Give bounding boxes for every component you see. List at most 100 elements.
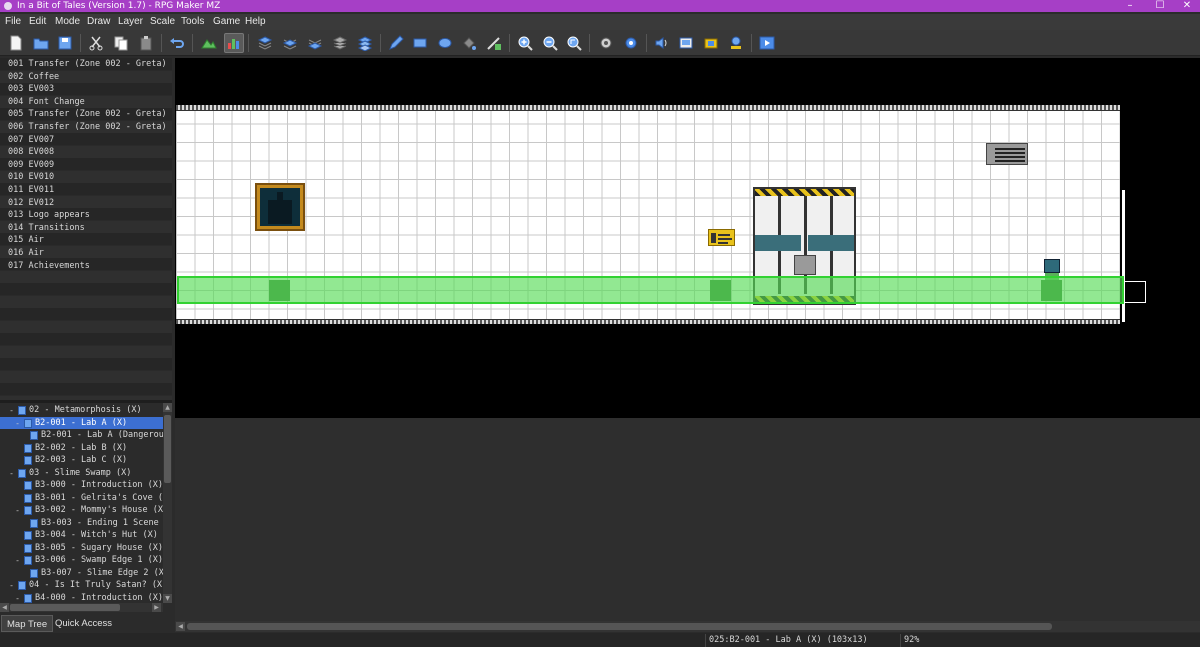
castle-painting-event[interactable] xyxy=(255,183,305,231)
paste-icon[interactable] xyxy=(136,33,156,53)
event-list-item[interactable]: 004 Font Change xyxy=(0,96,172,109)
menu-mode[interactable]: Mode xyxy=(55,14,80,30)
menu-help[interactable]: Help xyxy=(245,14,266,30)
map-tree-item[interactable]: B3-003 - Ending 1 Scene (X) xyxy=(0,517,163,530)
database-icon[interactable] xyxy=(596,33,616,53)
menu-file[interactable]: File xyxy=(5,14,21,30)
scrollbar-thumb[interactable] xyxy=(10,604,120,611)
map-tree-item[interactable]: - B4-000 - Introduction (X) xyxy=(0,592,163,604)
rectangle-icon[interactable] xyxy=(410,33,430,53)
event-list-item[interactable]: 006 Transfer (Zone 002 - Greta) xyxy=(0,121,172,134)
undo-icon[interactable] xyxy=(167,33,187,53)
event-list-item[interactable]: 005 Transfer (Zone 002 - Greta) xyxy=(0,108,172,121)
tab-map-tree[interactable]: Map Tree xyxy=(1,615,54,632)
map-tree-item[interactable]: B3-005 - Sugary House (X) xyxy=(0,542,163,555)
event-list-item[interactable]: 012 EV012 xyxy=(0,197,172,210)
map-tree-item[interactable]: B3-001 - Gelrita's Cove (X) xyxy=(0,492,163,505)
event-list-item[interactable]: 016 Air xyxy=(0,247,172,260)
tab-quick-access[interactable]: Quick Access xyxy=(50,615,117,632)
scrollbar-thumb[interactable] xyxy=(187,623,1052,630)
layer-3-icon[interactable] xyxy=(305,33,325,53)
scroll-right-icon[interactable]: ▶ xyxy=(152,603,161,612)
event-list-item[interactable]: 017 Achievements xyxy=(0,260,172,273)
event-list-item[interactable]: 015 Air xyxy=(0,234,172,247)
open-project-icon[interactable] xyxy=(31,33,51,53)
event-list-item[interactable]: 008 EV008 xyxy=(0,146,172,159)
map-tree-vertical-scrollbar[interactable]: ▲ ▼ xyxy=(163,403,172,603)
menu-edit[interactable]: Edit xyxy=(29,14,46,30)
shadow-pen-icon[interactable] xyxy=(484,33,504,53)
map-tree-item[interactable]: B3-000 - Introduction (X) xyxy=(0,479,163,492)
warning-sign-event[interactable] xyxy=(708,229,735,246)
plugin-manager-icon[interactable] xyxy=(621,33,641,53)
close-button[interactable]: ✕ xyxy=(1172,0,1200,12)
map-tree-item[interactable]: B2-003 - Lab C (X) xyxy=(0,454,163,467)
menu-game[interactable]: Game xyxy=(213,14,240,30)
tree-expander-icon[interactable]: - xyxy=(14,419,21,427)
zoom-actual-icon[interactable] xyxy=(564,33,584,53)
map-canvas[interactable] xyxy=(176,105,1146,324)
map-tree-item[interactable]: - 04 - Is It Truly Satan? (X) xyxy=(0,579,163,592)
map-tree-item[interactable]: B2-002 - Lab B (X) xyxy=(0,442,163,455)
event-mode-icon[interactable] xyxy=(224,33,244,53)
menu-scale[interactable]: Scale xyxy=(150,14,175,30)
event-list-item[interactable]: 003 EV003 xyxy=(0,83,172,96)
layer-2-icon[interactable] xyxy=(280,33,300,53)
cut-icon[interactable] xyxy=(86,33,106,53)
event-searcher-icon[interactable] xyxy=(676,33,696,53)
map-tree-item[interactable]: - 03 - Slime Swamp (X) xyxy=(0,467,163,480)
zoom-out-icon[interactable] xyxy=(540,33,560,53)
scrollbar-thumb[interactable] xyxy=(164,415,171,483)
scroll-up-icon[interactable]: ▲ xyxy=(163,403,172,412)
new-project-icon[interactable] xyxy=(6,33,26,53)
character-generator-icon[interactable] xyxy=(726,33,746,53)
playtest-icon[interactable] xyxy=(757,33,777,53)
event-list-item[interactable]: 013 Logo appears xyxy=(0,209,172,222)
tree-expander-icon[interactable]: - xyxy=(8,582,15,590)
map-tree-item[interactable]: B2-001 - Lab A (Dangerous) ( xyxy=(0,429,163,442)
event-list-item[interactable]: 007 EV007 xyxy=(0,134,172,147)
flood-fill-icon[interactable] xyxy=(459,33,479,53)
event-list-item[interactable]: 011 EV011 xyxy=(0,184,172,197)
map-horizontal-scrollbar[interactable]: ◀ xyxy=(175,621,1200,632)
event-tile[interactable] xyxy=(710,280,731,301)
minimize-button[interactable]: – xyxy=(1115,0,1145,12)
map-tree-item[interactable]: - B2-001 - Lab A (X) xyxy=(0,416,163,429)
tree-expander-icon[interactable]: - xyxy=(14,557,21,565)
event-list-item[interactable]: 001 Transfer (Zone 002 - Greta) xyxy=(0,58,172,71)
resource-manager-icon[interactable] xyxy=(701,33,721,53)
copy-icon[interactable] xyxy=(111,33,131,53)
event-tile[interactable] xyxy=(269,280,290,301)
menu-layer[interactable]: Layer xyxy=(118,14,143,30)
map-tree-item[interactable]: - B3-002 - Mommy's House (X) xyxy=(0,504,163,517)
air-vent-event[interactable] xyxy=(986,143,1028,165)
event-list-item[interactable]: 009 EV009 xyxy=(0,159,172,172)
scroll-left-icon[interactable]: ◀ xyxy=(0,603,9,612)
map-mode-icon[interactable] xyxy=(199,33,219,53)
tree-expander-icon[interactable]: - xyxy=(14,507,21,515)
pencil-icon[interactable] xyxy=(386,33,406,53)
sound-test-icon[interactable] xyxy=(652,33,672,53)
event-tile[interactable] xyxy=(1041,280,1062,301)
scroll-down-icon[interactable]: ▼ xyxy=(163,594,172,603)
event-list-item[interactable]: 014 Transitions xyxy=(0,222,172,235)
maximize-button[interactable]: ☐ xyxy=(1145,0,1175,12)
ellipse-icon[interactable] xyxy=(435,33,455,53)
map-tree-item[interactable]: B3-007 - Slime Edge 2 (X) xyxy=(0,567,163,580)
scroll-left-icon[interactable]: ◀ xyxy=(176,622,185,631)
save-project-icon[interactable] xyxy=(55,33,75,53)
menu-draw[interactable]: Draw xyxy=(87,14,110,30)
map-tree-item[interactable]: - 02 - Metamorphosis (X) xyxy=(0,404,163,417)
tree-expander-icon[interactable]: - xyxy=(8,407,15,415)
tree-expander-icon[interactable]: - xyxy=(8,469,15,477)
menu-tools[interactable]: Tools xyxy=(181,14,204,30)
map-editor-empty-area[interactable] xyxy=(175,418,1200,621)
map-editor[interactable] xyxy=(175,58,1200,418)
layer-all-icon[interactable] xyxy=(355,33,375,53)
map-tree-item[interactable]: B3-004 - Witch's Hut (X) xyxy=(0,529,163,542)
event-highlight-bar[interactable] xyxy=(177,276,1124,304)
tile-cursor[interactable] xyxy=(1124,281,1146,303)
tree-expander-icon[interactable]: - xyxy=(14,594,21,602)
map-tree-horizontal-scrollbar[interactable]: ◀ ▶ xyxy=(0,603,163,612)
layer-1-icon[interactable] xyxy=(255,33,275,53)
